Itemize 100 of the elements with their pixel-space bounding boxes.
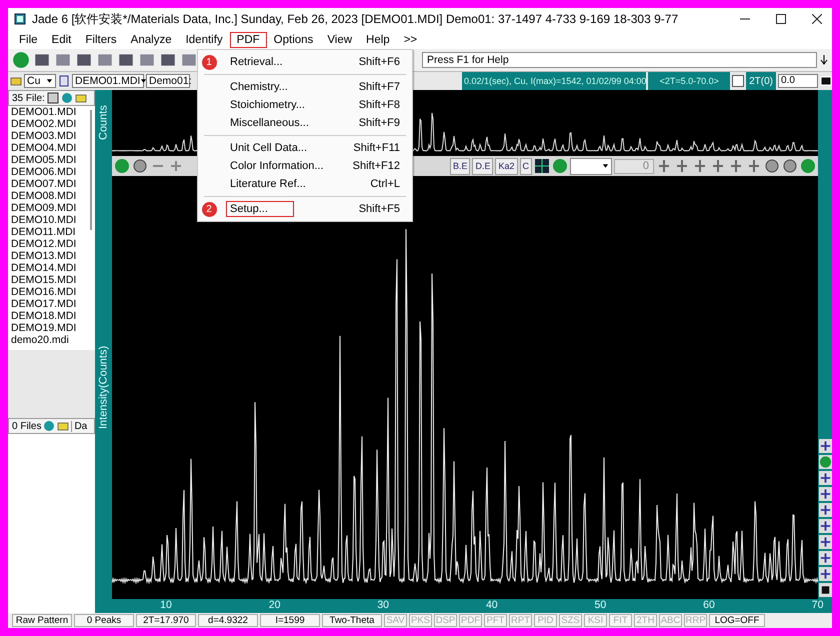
menu-option[interactable]: Literature Ref... xyxy=(226,176,370,192)
step-badge: 2 xyxy=(202,202,216,216)
list-entry[interactable]: DEMO17.MDI xyxy=(11,298,95,310)
grid-icon[interactable] xyxy=(534,158,550,174)
status-field: I=1599 xyxy=(260,614,320,627)
file-count: 0 Files xyxy=(12,420,42,432)
plot-tool-button[interactable]: C xyxy=(520,158,532,174)
menu-item[interactable]: Filters xyxy=(78,32,124,48)
list-entry[interactable]: DEMO13.MDI xyxy=(11,250,95,262)
list-entry[interactable]: DEMO11.MDI xyxy=(11,226,95,238)
caret-icon xyxy=(46,78,53,84)
menu-option[interactable]: Color Information... xyxy=(226,158,353,174)
list-entry[interactable]: DEMO02.MDI xyxy=(11,118,95,130)
menu-item[interactable]: Options xyxy=(266,32,320,48)
menu-item[interactable]: Analyze xyxy=(124,32,179,48)
menu-item[interactable]: PDF xyxy=(230,32,267,48)
status-field: LOG=OFF xyxy=(709,614,765,627)
menu-option[interactable]: Unit Cell Data... xyxy=(226,140,354,156)
column-header: Da xyxy=(71,420,88,432)
status-field: KSI xyxy=(584,614,607,627)
status-field: ABC xyxy=(659,614,682,627)
sample-dropdown[interactable]: DEMO01.MDI xyxy=(72,74,144,88)
status-field: PKS xyxy=(409,614,432,627)
menu-item[interactable]: Edit xyxy=(44,32,78,48)
menu-item[interactable]: Identify xyxy=(178,32,230,48)
status-field: 0 Peaks xyxy=(74,614,134,627)
help-icon[interactable] xyxy=(12,51,30,69)
status-field: PFT xyxy=(484,614,507,627)
list-entry[interactable]: DEMO14.MDI xyxy=(11,262,95,274)
scrollbar[interactable] xyxy=(90,110,92,230)
status-field: Two-Theta xyxy=(322,614,382,627)
menu-option[interactable]: Retrieval... xyxy=(226,54,359,70)
maximize-icon[interactable] xyxy=(776,14,786,24)
list-entry[interactable]: DEMO04.MDI xyxy=(11,142,95,154)
x-axis-tick: 10 xyxy=(160,599,172,611)
x-axis-tick: 20 xyxy=(268,599,280,611)
plot-tool-button[interactable]: D.E xyxy=(472,158,494,174)
plot-tool-button[interactable]: Ka2 xyxy=(495,158,518,174)
radiation-dropdown[interactable]: Cu xyxy=(24,74,56,88)
list-entry[interactable]: DEMO01.MDI xyxy=(11,106,95,118)
list-entry[interactable]: DEMO08.MDI xyxy=(11,190,95,202)
scan-info: 0.02/1(sec), Cu, I(max)=1542, 01/02/99 04:00 xyxy=(462,72,646,90)
zero-field[interactable]: 0.0 xyxy=(778,74,818,88)
step-badge: 1 xyxy=(202,54,216,70)
file-count: 35 File: xyxy=(12,92,45,104)
dropdown-field[interactable] xyxy=(570,158,612,174)
y-axis-label: Intensity(Counts) xyxy=(96,344,110,432)
range-text: <2T=5.0-70.0> xyxy=(648,72,730,90)
menu-option[interactable]: Miscellaneous... xyxy=(226,115,359,131)
menu-item[interactable]: >> xyxy=(396,32,424,48)
list-entry[interactable]: DEMO06.MDI xyxy=(11,166,95,178)
panel-icon[interactable] xyxy=(820,75,832,87)
shortcut-text: Shift+F11 xyxy=(353,142,401,154)
shortcut-text: Shift+F8 xyxy=(358,99,401,111)
list-entry[interactable]: DEMO16.MDI xyxy=(11,286,95,298)
shortcut-text: Ctrl+L xyxy=(370,178,401,190)
list-entry[interactable]: DEMO18.MDI xyxy=(11,310,95,322)
plot-tool-button[interactable]: B.E xyxy=(450,158,470,174)
menu-option[interactable]: Chemistry... xyxy=(226,79,359,95)
document-icon[interactable] xyxy=(58,75,70,87)
square-icon[interactable] xyxy=(818,583,832,597)
menu-item[interactable]: Help xyxy=(359,32,397,48)
list-entry[interactable]: DEMO07.MDI xyxy=(11,178,95,190)
list-entry[interactable]: DEMO12.MDI xyxy=(11,238,95,250)
list-entry[interactable]: DEMO09.MDI xyxy=(11,202,95,214)
down-arrow-icon[interactable] xyxy=(820,55,828,65)
menu-item[interactable]: File xyxy=(12,32,45,48)
close-icon[interactable] xyxy=(812,14,822,24)
status-field: d=4.9322 xyxy=(198,614,258,627)
list-entry[interactable]: DEMO10.MDI xyxy=(11,214,95,226)
status-field: DSP xyxy=(434,614,457,627)
caret-icon xyxy=(602,163,609,169)
status-field: 2TH xyxy=(634,614,657,627)
disc-icon[interactable] xyxy=(764,158,780,174)
list-entry[interactable]: DEMO05.MDI xyxy=(11,154,95,166)
shortcut-text: Shift+F12 xyxy=(352,160,401,172)
shortcut-text: Shift+F5 xyxy=(358,203,401,215)
menu-option[interactable]: Setup... xyxy=(226,201,294,217)
window-title: Jade 6 [软件安装*/Materials Data, Inc.] Sunday, Feb 26, 2023 [DEMO01.MDI] Demo01: 37-1497 4-733 9-169 18-303 9-77 xyxy=(32,10,680,28)
disc-icon[interactable] xyxy=(782,158,798,174)
zero-checkbox[interactable] xyxy=(732,75,744,87)
app-icon xyxy=(14,13,26,25)
menu-item[interactable]: View xyxy=(320,32,360,48)
zero-label: 2T(0) xyxy=(746,72,776,90)
menu-option[interactable]: Stoichiometry... xyxy=(226,97,359,113)
list-entry[interactable]: demo20.mdi xyxy=(11,334,95,346)
list-entry[interactable]: DEMO19.MDI xyxy=(11,322,95,334)
help-icon[interactable] xyxy=(818,455,832,469)
refresh-icon[interactable] xyxy=(43,420,56,432)
status-help-text: Press F1 for Help xyxy=(422,52,817,68)
status-field: SZS xyxy=(559,614,582,627)
list-entry[interactable]: DEMO15.MDI xyxy=(11,274,95,286)
status-field: SAV xyxy=(384,614,407,627)
disc-icon[interactable] xyxy=(132,158,148,174)
caret-icon xyxy=(140,78,148,84)
sample-field[interactable]: Demo01: xyxy=(146,74,190,88)
status-field: PID xyxy=(534,614,557,627)
image-icon[interactable] xyxy=(46,92,59,104)
list-entry[interactable]: DEMO03.MDI xyxy=(11,130,95,142)
status-field: RPT xyxy=(509,614,532,627)
